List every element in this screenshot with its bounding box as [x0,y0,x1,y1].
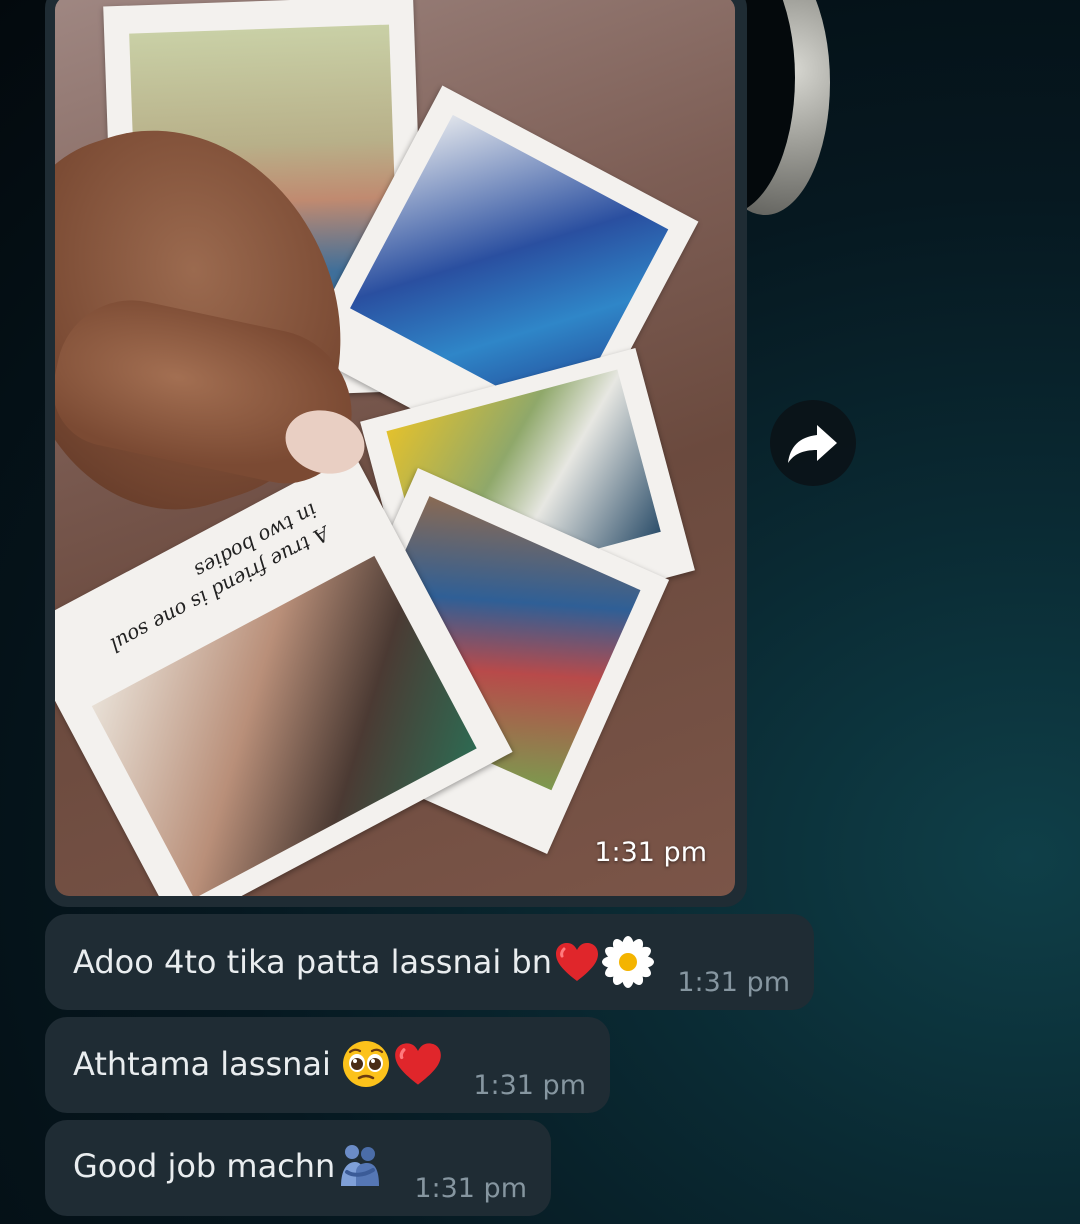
forward-button[interactable] [770,400,856,486]
message-timestamp: 1:31 pm [414,1173,527,1204]
message-timestamp: 1:31 pm [473,1070,586,1101]
red-heart-icon [395,1043,441,1085]
daisy-icon [602,936,654,988]
message-text: Adoo 4to tika patta lassnai bn [73,936,654,988]
message-timestamp: 1:31 pm [677,967,790,998]
red-heart-icon [556,943,598,981]
message-bubble[interactable]: Adoo 4to tika patta lassnai bn 1:31 pm [45,914,814,1010]
message-text: Athtama lassnai [73,1039,443,1089]
message-bubble[interactable]: Athtama lassnai 1:31 pm [45,1017,610,1113]
people-hugging-icon [341,1145,380,1186]
message-text-content: Good job machn [73,1147,336,1185]
image-message-bubble[interactable]: A true friend is one soul in two bodies … [45,0,747,907]
forward-arrow-icon [788,425,837,463]
message-text: Good job machn [73,1142,383,1190]
pleading-face-icon [342,1041,389,1087]
shared-photo[interactable]: A true friend is one soul in two bodies … [55,0,735,896]
image-timestamp: 1:31 pm [594,837,707,868]
message-text-content: Adoo 4to tika patta lassnai bn [73,943,552,981]
message-bubble[interactable]: Good job machn 1:31 pm [45,1120,551,1216]
message-text-content: Athtama lassnai [73,1045,331,1083]
